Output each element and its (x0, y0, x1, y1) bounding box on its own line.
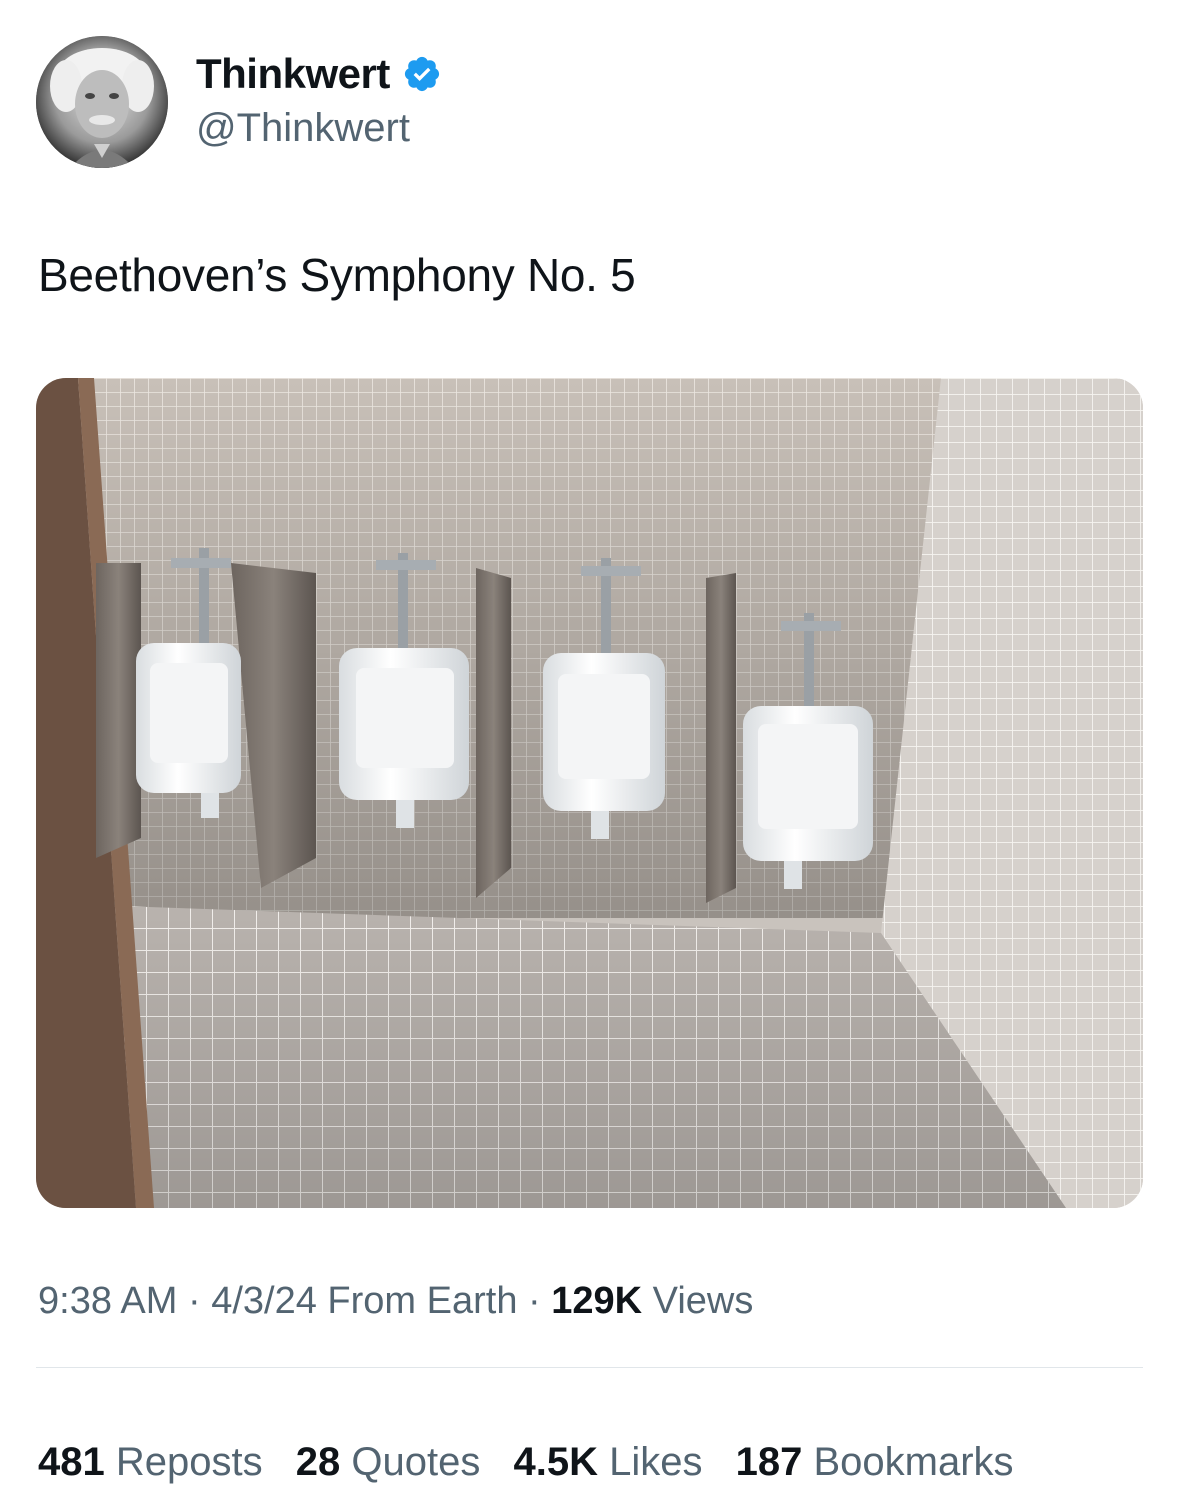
author-display-name[interactable]: Thinkwert (196, 50, 390, 98)
likes-label: Likes (609, 1440, 703, 1484)
verified-badge-icon (404, 56, 439, 92)
tweet: Thinkwert @Thinkwert Beethoven’s Symphon… (0, 0, 1179, 1487)
meta-separator: · (517, 1280, 552, 1322)
bookmarks-stat[interactable]: 187 Bookmarks (736, 1440, 1014, 1484)
tweet-date[interactable]: 4/3/24 (211, 1280, 317, 1322)
author-handle[interactable]: @Thinkwert (196, 106, 410, 151)
likes-stat[interactable]: 4.5K Likes (513, 1440, 702, 1484)
tweet-text: Beethoven’s Symphony No. 5 (38, 249, 636, 301)
author-name-row: Thinkwert (196, 50, 442, 98)
views-count: 129K (551, 1280, 643, 1322)
meta-separator: · (177, 1280, 212, 1322)
tweet-media-photo[interactable] (36, 378, 1143, 1208)
engagement-stats: 481 Reposts 28 Quotes 4.5K Likes 187 Boo… (38, 1440, 1036, 1485)
quotes-stat[interactable]: 28 Quotes (296, 1440, 481, 1484)
tweet-location: From Earth (327, 1280, 518, 1322)
reposts-stat[interactable]: 481 Reposts (38, 1440, 263, 1484)
tweet-meta: 9:38 AM · 4/3/24 From Earth · 129K Views (38, 1280, 753, 1323)
divider (36, 1367, 1143, 1368)
bookmarks-label: Bookmarks (813, 1440, 1014, 1484)
author-avatar[interactable] (36, 36, 168, 168)
bookmarks-count: 187 (735, 1440, 803, 1484)
likes-count: 4.5K (513, 1440, 598, 1484)
restroom-photo (36, 378, 1143, 1208)
tweet-time[interactable]: 9:38 AM (38, 1280, 177, 1322)
views-label: Views (652, 1280, 754, 1322)
reposts-label: Reposts (115, 1440, 263, 1484)
reposts-count: 481 (38, 1440, 105, 1484)
quotes-count: 28 (295, 1440, 341, 1484)
avatar-portrait-icon (36, 36, 168, 168)
quotes-label: Quotes (351, 1440, 481, 1484)
